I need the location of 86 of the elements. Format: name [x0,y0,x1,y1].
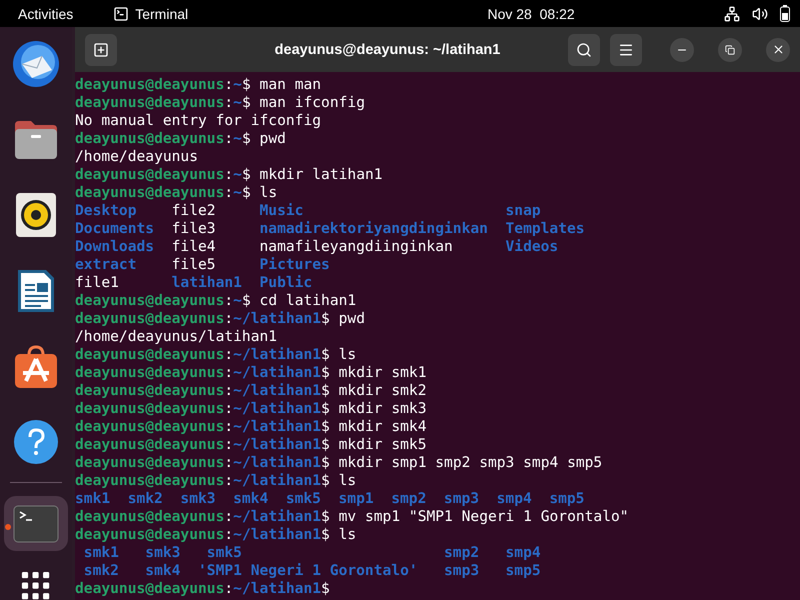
document-app-icon[interactable] [16,268,56,314]
add-tab-icon [93,42,109,58]
close-button[interactable] [766,38,790,62]
directory-name: Desktop [75,202,137,219]
directory-name: smk2 [84,562,119,579]
terminal-line: deayunus@deayunus:~$ ls [75,184,278,202]
speaker-app-icon[interactable] [16,193,56,238]
directory-name: latihan1 [172,274,242,291]
help-icon[interactable] [14,420,58,464]
terminal-line: /home/deayunus/latihan1 [75,328,278,346]
volume-icon[interactable] [752,6,768,22]
terminal-line: deayunus@deayunus:~$ mkdir latihan1 [75,166,384,184]
directory-name: smk1 [75,490,110,507]
file-name: namafileyangdiinginkan [260,238,453,255]
menu-icon [618,42,634,58]
directory-name: Downloads [75,238,154,255]
directory-name: smk2 [128,490,163,507]
terminal-line: deayunus@deayunus:~/latihan1$ ls [75,472,358,490]
terminal-line: deayunus@deayunus:~/latihan1$ mkdir smk2 [75,382,428,400]
directory-name: smp4 [496,490,532,507]
directory-name: smk4 [145,562,180,579]
app-grid-icon[interactable] [20,572,52,600]
directory-name: smp4 [506,544,541,561]
directory-name: smp5 [506,562,541,579]
search-button[interactable] [568,34,600,66]
restore-icon [725,44,735,54]
close-icon [772,43,784,56]
directory-name: smp3 [444,490,480,507]
maximize-button[interactable] [718,38,742,62]
terminal-line: /home/deayunus [75,148,200,166]
terminal-line: deayunus@deayunus:~$ man ifconfig [75,94,366,112]
file-name: file3 [172,220,216,237]
battery-icon[interactable] [780,5,790,22]
clock[interactable]: Nov 28 08:22 [337,6,575,22]
terminal-line: deayunus@deayunus:~/latihan1$ mkdir smk3 [75,400,428,418]
mail-app-icon[interactable] [12,40,60,88]
terminal-line: deayunus@deayunus:~/latihan1$ mkdir smk5 [75,436,428,454]
file-name: file5 [172,256,216,273]
folder-icon[interactable] [13,118,59,161]
directory-name: smp5 [549,490,584,507]
shopping-bag-icon[interactable] [14,344,58,389]
terminal-line: deayunus@deayunus:~$ cd latihan1 [75,292,358,310]
new-tab-button[interactable] [85,34,117,66]
terminal-icon[interactable] [13,504,59,543]
directory-name: 'SMP1 Negeri 1 Gorontalo' [198,562,418,579]
directory-name: Documents [75,220,154,237]
file-name: file2 [172,202,216,219]
running-indicator [5,524,11,530]
app-menu[interactable]: Terminal [135,6,188,22]
directory-name: extract [75,256,137,273]
terminal-line: deayunus@deayunus:~/latihan1$ mkdir smk1 [75,364,428,382]
directory-name: smp2 [391,490,426,507]
window-title: deayunus@deayunus: ~/latihan1 [274,42,502,58]
terminal-line: deayunus@deayunus:~/latihan1$ mv smp1 "SMP1 Negeri 1 Gorontalo" [75,508,630,526]
network-icon[interactable] [724,6,740,22]
terminal-line: deayunus@deayunus:~/latihan1$ [75,580,331,598]
terminal-line: No manual entry for ifconfig [75,112,322,130]
directory-name: smk3 [145,544,180,561]
directory-name: Music [260,202,304,219]
file-name: file4 [172,238,216,255]
terminal-line: deayunus@deayunus:~/latihan1$ pwd [75,310,366,328]
terminal-line: deayunus@deayunus:~/latihan1$ mkdir smk4 [75,418,428,436]
terminal-line: deayunus@deayunus:~$ man man [75,76,322,94]
directory-name: smp3 [444,562,480,579]
directory-name: smk5 [286,490,321,507]
terminal-line: deayunus@deayunus:~$ pwd [75,130,287,148]
search-icon [576,42,592,58]
directory-name: Public [260,274,312,291]
directory-name: smk3 [180,490,216,507]
directory-name: smk1 [84,544,119,561]
terminal-line: deayunus@deayunus:~/latihan1$ mkdir smp1 smp2 smp3 smp4 smp5 [75,454,604,472]
directory-name: Pictures [260,256,330,273]
directory-name: Videos [506,238,558,255]
directory-name: smk5 [206,544,242,561]
directory-name: smk4 [233,490,268,507]
terminal-line: deayunus@deayunus:~/latihan1$ ls [75,346,358,364]
directory-name: namadirektoriyangdinginkan [260,220,488,237]
directory-name: smp1 [338,490,374,507]
terminal-line: deayunus@deayunus:~/latihan1$ ls [75,526,358,544]
directory-name: snap [506,202,541,219]
directory-name: smp2 [444,544,480,561]
file-name: file1 [75,274,119,291]
directory-name: Templates [506,220,585,237]
terminal-icon [113,6,130,22]
activities-button[interactable]: Activities [18,6,74,22]
menu-button[interactable] [610,34,642,66]
